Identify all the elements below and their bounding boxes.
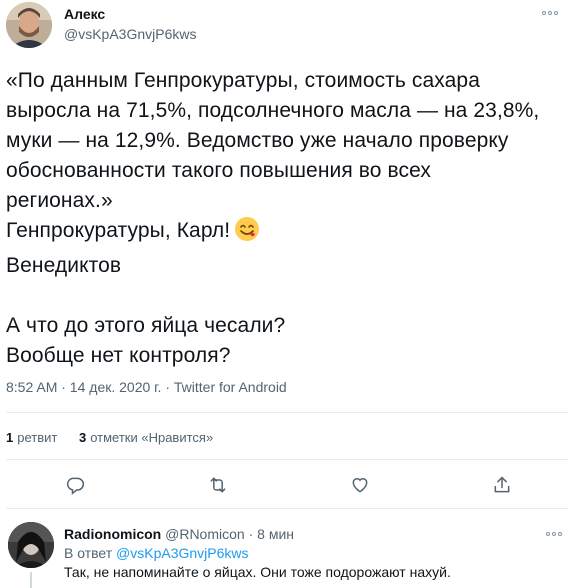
more-options-icon[interactable] <box>538 6 562 20</box>
tweet-text-line: Вообще нет контроля? <box>6 344 231 367</box>
author-name[interactable]: Алекс <box>64 6 105 22</box>
author-avatar[interactable] <box>6 2 52 48</box>
reply-to: В ответ @vsKpA3GnvjP6kws <box>64 545 249 561</box>
reply-to-mention[interactable]: @vsKpA3GnvjP6kws <box>116 545 248 561</box>
reply-avatar-image <box>8 522 54 568</box>
reply-more-options-icon[interactable] <box>543 528 565 540</box>
likes-label: отметки «Нравится» <box>90 430 214 445</box>
retweet-icon[interactable] <box>203 470 233 500</box>
divider <box>6 412 568 413</box>
tweet-text-line: обоснованности такого повышения во всех <box>6 159 432 182</box>
face-savoring-food-emoji-icon <box>234 216 260 251</box>
tweet-author-row: Алекс @vsKpA3GnvjP6kws <box>6 2 566 50</box>
heart-icon[interactable] <box>345 470 375 500</box>
likes-count: 3 <box>78 430 87 445</box>
tweet-text-line: А что до этого яйца чесали? <box>6 314 286 337</box>
reply-header: Radionomicon @RNomicon · 8 мин <box>64 526 294 542</box>
tweet-source[interactable]: Twitter for Android <box>174 379 287 395</box>
tweet-text: «По данным Генпрокуратуры, стоимость сах… <box>6 66 568 371</box>
tweet-text-line: выросла на 71,5%, подсолнечного масла — … <box>6 99 540 122</box>
reply-tweet[interactable]: Radionomicon @RNomicon · 8 мин В ответ @… <box>0 512 571 588</box>
thread-line <box>30 572 32 588</box>
tweet-stats: 1 ретвит 3 отметки «Нравится» <box>6 430 231 445</box>
reply-to-prefix: В ответ <box>64 545 117 561</box>
tweet-timestamp[interactable]: 8:52 AM · 14 дек. 2020 г. · <box>6 379 174 395</box>
tweet-text-line: Венедиктов <box>6 254 122 277</box>
tweet-meta: 8:52 AM · 14 дек. 2020 г. · Twitter for … <box>6 379 287 395</box>
tweet-text-segment: Генпрокуратуры, Карл! <box>6 219 231 242</box>
share-icon[interactable] <box>487 470 517 500</box>
reply-author-handle[interactable]: @RNomicon <box>165 526 245 542</box>
retweets-label: ретвит <box>17 430 58 445</box>
reply-icon[interactable] <box>60 470 90 500</box>
tweet-actions <box>0 470 571 500</box>
retweets-stat[interactable]: 1 ретвит <box>6 430 57 445</box>
tweet-text-line: муки — на 12,9%. Ведомство уже начало пр… <box>6 129 509 152</box>
author-handle[interactable]: @vsKpA3GnvjP6kws <box>64 26 196 42</box>
tweet-text-line: регионах.» <box>6 189 113 212</box>
tweet-text-line: «По данным Генпрокуратуры, стоимость сах… <box>6 69 480 92</box>
author-avatar-image <box>6 2 52 48</box>
reply-author-name[interactable]: Radionomicon <box>64 526 161 542</box>
reply-avatar[interactable] <box>8 522 54 568</box>
tweet-text-line-with-emoji: Генпрокуратуры, Карл! <box>6 216 568 251</box>
reply-time[interactable]: · 8 мин <box>249 526 294 542</box>
divider <box>6 508 568 509</box>
retweets-count: 1 <box>6 430 14 445</box>
divider <box>6 459 568 460</box>
likes-stat[interactable]: 3 отметки «Нравится» <box>79 430 213 445</box>
reply-text: Так, не напоминайте о яйцах. Они тоже по… <box>64 564 451 580</box>
